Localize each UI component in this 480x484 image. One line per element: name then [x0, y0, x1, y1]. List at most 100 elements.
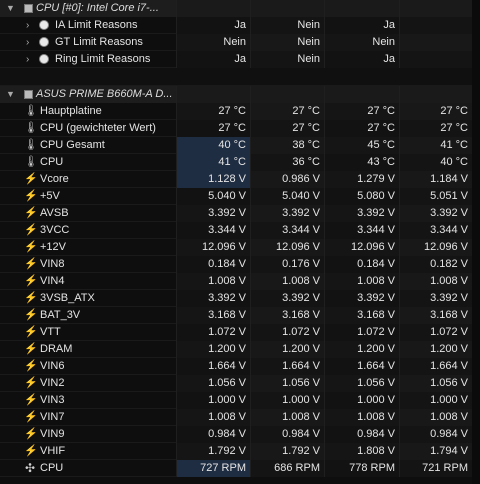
- value-avg: 1.794 V: [399, 443, 472, 460]
- table-row[interactable]: ⚡ VIN9 0.984 V 0.984 V 0.984 V 0.984 V: [0, 426, 480, 443]
- table-row[interactable]: ⚡ VIN4 1.008 V 1.008 V 1.008 V 1.008 V: [0, 273, 480, 290]
- lightning-icon: ⚡: [24, 343, 38, 355]
- lightning-icon: ⚡: [24, 275, 38, 287]
- value-min: Nein: [250, 51, 324, 68]
- value-max: 27 °C: [324, 103, 399, 120]
- clock-icon: [39, 20, 49, 30]
- collapse-chevron-icon[interactable]: ▼: [6, 86, 15, 103]
- table-row[interactable]: ⚡ AVSB 3.392 V 3.392 V 3.392 V 3.392 V: [0, 205, 480, 222]
- row-label: IA Limit Reasons: [55, 19, 138, 31]
- value-avg: 27 °C: [399, 103, 472, 120]
- row-label: VIN2: [40, 377, 65, 389]
- value-avg: [399, 34, 472, 51]
- row-label: CPU: [40, 156, 64, 168]
- table-row[interactable]: ⚡ VIN7 1.008 V 1.008 V 1.008 V 1.008 V: [0, 409, 480, 426]
- lightning-icon: ⚡: [24, 377, 38, 389]
- table-row[interactable]: 🌡 Hauptplatine 27 °C 27 °C 27 °C 27 °C: [0, 103, 480, 120]
- value-min: 3.344 V: [250, 222, 324, 239]
- value-current: 12.096 V: [176, 239, 250, 256]
- expand-chevron-icon[interactable]: ›: [26, 34, 29, 51]
- value-max: 1.000 V: [324, 392, 399, 409]
- value-current: 1.792 V: [176, 443, 250, 460]
- row-label: VIN7: [40, 411, 65, 423]
- lightning-icon: ⚡: [24, 394, 38, 406]
- table-row[interactable]: ⚡ 3VCC 3.344 V 3.344 V 3.344 V 3.344 V: [0, 222, 480, 239]
- row-label: 3VSB_ATX: [40, 292, 95, 304]
- table-row[interactable]: ⚡ VTT 1.072 V 1.072 V 1.072 V 1.072 V: [0, 324, 480, 341]
- value-min: 686 RPM: [250, 460, 324, 477]
- value-current: 0.984 V: [176, 426, 250, 443]
- thermometer-icon: 🌡: [24, 156, 38, 168]
- lightning-icon: ⚡: [24, 326, 38, 338]
- table-row[interactable]: ⚡ +12V 12.096 V 12.096 V 12.096 V 12.096 V: [0, 239, 480, 256]
- value-avg: 1.008 V: [399, 409, 472, 426]
- value-min: 38 °C: [250, 137, 324, 154]
- table-row[interactable]: 🌡 CPU 41 °C 36 °C 43 °C 40 °C: [0, 154, 480, 171]
- table-row[interactable]: › IA Limit Reasons Ja Nein Ja: [0, 17, 480, 34]
- table-row[interactable]: ⚡ VIN3 1.000 V 1.000 V 1.000 V 1.000 V: [0, 392, 480, 409]
- value-min: 1.008 V: [250, 409, 324, 426]
- value-min: 0.986 V: [250, 171, 324, 188]
- group-header-board[interactable]: ▼ ASUS PRIME B660M-A D...: [0, 86, 480, 103]
- table-row[interactable]: 🌡 CPU Gesamt 40 °C 38 °C 45 °C 41 °C: [0, 137, 480, 154]
- value-max: Ja: [324, 51, 399, 68]
- value-current: Nein: [176, 34, 250, 51]
- value-current: Ja: [176, 17, 250, 34]
- collapse-chevron-icon[interactable]: ▼: [6, 0, 15, 17]
- value-current: 3.392 V: [176, 290, 250, 307]
- value-current: 1.008 V: [176, 273, 250, 290]
- value-max: Ja: [324, 17, 399, 34]
- thermometer-icon: 🌡: [24, 105, 38, 117]
- table-row[interactable]: ⚡ VIN2 1.056 V 1.056 V 1.056 V 1.056 V: [0, 375, 480, 392]
- table-row[interactable]: ⚡ BAT_3V 3.168 V 3.168 V 3.168 V 3.168 V: [0, 307, 480, 324]
- table-row[interactable]: ⚡ +5V 5.040 V 5.040 V 5.080 V 5.051 V: [0, 188, 480, 205]
- value-current: 1.200 V: [176, 341, 250, 358]
- value-avg: 721 RPM: [399, 460, 472, 477]
- group-header-cpu[interactable]: ▼ CPU [#0]: Intel Core i7-...: [0, 0, 480, 17]
- row-label: 3VCC: [40, 224, 70, 236]
- value-max: 12.096 V: [324, 239, 399, 256]
- value-avg: 40 °C: [399, 154, 472, 171]
- scrollbar[interactable]: [472, 0, 480, 484]
- table-row[interactable]: 🌡 CPU (gewichteter Wert) 27 °C 27 °C 27 °C 27…: [0, 120, 480, 137]
- value-avg: 1.008 V: [399, 273, 472, 290]
- value-max: 1.056 V: [324, 375, 399, 392]
- value-current: Ja: [176, 51, 250, 68]
- table-row[interactable]: ✣ CPU 727 RPM 686 RPM 778 RPM 721 RPM: [0, 460, 480, 477]
- table-row[interactable]: ⚡ Vcore 1.128 V 0.986 V 1.279 V 1.184 V: [0, 171, 480, 188]
- chip-icon: [24, 90, 33, 99]
- table-row[interactable]: › Ring Limit Reasons Ja Nein Ja: [0, 51, 480, 68]
- value-min: 36 °C: [250, 154, 324, 171]
- lightning-icon: ⚡: [24, 258, 38, 270]
- row-label: Hauptplatine: [40, 105, 102, 117]
- value-current: 27 °C: [176, 103, 250, 120]
- row-label: CPU (gewichteter Wert): [40, 122, 156, 134]
- table-row[interactable]: ⚡ VIN8 0.184 V 0.176 V 0.184 V 0.182 V: [0, 256, 480, 273]
- lightning-icon: ⚡: [24, 428, 38, 440]
- value-current: 1.128 V: [176, 171, 250, 188]
- value-min: 1.000 V: [250, 392, 324, 409]
- table-row[interactable]: ⚡ 3VSB_ATX 3.392 V 3.392 V 3.392 V 3.392 V: [0, 290, 480, 307]
- row-label: VTT: [40, 326, 61, 338]
- value-current: 3.392 V: [176, 205, 250, 222]
- row-label: CPU: [40, 462, 64, 474]
- table-row[interactable]: ⚡ VIN6 1.664 V 1.664 V 1.664 V 1.664 V: [0, 358, 480, 375]
- value-min: 3.168 V: [250, 307, 324, 324]
- expand-chevron-icon[interactable]: ›: [26, 17, 29, 34]
- table-row[interactable]: ⚡ VHIF 1.792 V 1.792 V 1.808 V 1.794 V: [0, 443, 480, 460]
- value-current: 0.184 V: [176, 256, 250, 273]
- lightning-icon: ⚡: [24, 173, 38, 185]
- value-max: 3.168 V: [324, 307, 399, 324]
- lightning-icon: ⚡: [24, 411, 38, 423]
- expand-chevron-icon[interactable]: ›: [26, 51, 29, 68]
- table-row[interactable]: ⚡ DRAM 1.200 V 1.200 V 1.200 V 1.200 V: [0, 341, 480, 358]
- clock-icon: [39, 54, 49, 64]
- thermometer-icon: 🌡: [24, 139, 38, 151]
- value-avg: 1.184 V: [399, 171, 472, 188]
- value-max: 3.392 V: [324, 290, 399, 307]
- table-row[interactable]: › GT Limit Reasons Nein Nein Nein: [0, 34, 480, 51]
- value-min: 0.984 V: [250, 426, 324, 443]
- value-min: Nein: [250, 34, 324, 51]
- value-min: 27 °C: [250, 103, 324, 120]
- value-current: 727 RPM: [176, 460, 250, 477]
